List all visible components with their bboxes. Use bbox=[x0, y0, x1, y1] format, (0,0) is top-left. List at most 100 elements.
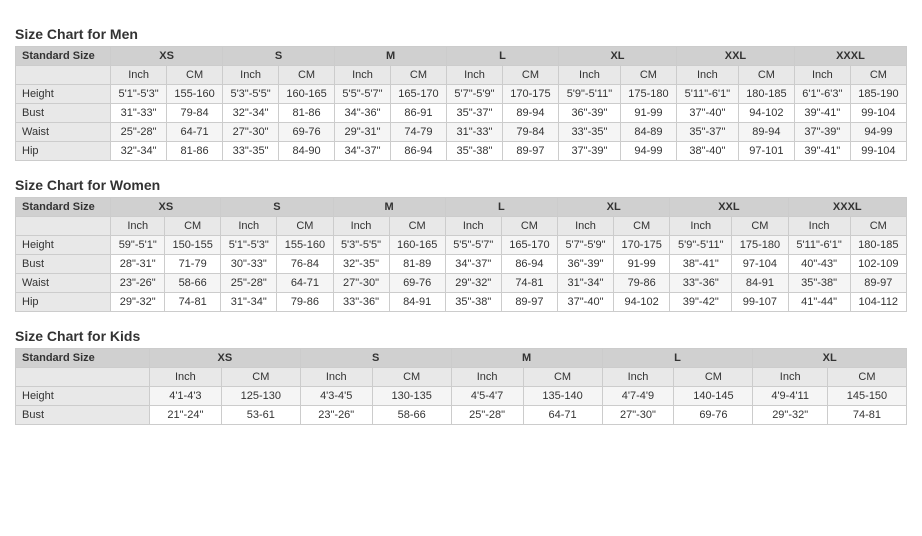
table-cell: 125-130 bbox=[221, 387, 300, 406]
table-cell: 64-71 bbox=[523, 406, 602, 425]
table-cell: 5'11"-6'1" bbox=[788, 236, 850, 255]
women-xxxl-cm: CM bbox=[850, 217, 906, 236]
table-cell: 69-76 bbox=[389, 274, 445, 293]
women-xl-cm: CM bbox=[614, 217, 670, 236]
women-xxxl-header: XXXL bbox=[788, 198, 906, 217]
women-body: Height59"-5'1"150-1555'1"-5'3"155-1605'3… bbox=[16, 236, 907, 312]
row-label: Waist bbox=[16, 274, 111, 293]
table-cell: 79-84 bbox=[502, 123, 558, 142]
kids-header-row: Standard Size XS S M L XL bbox=[16, 349, 907, 368]
men-s-inch: Inch bbox=[223, 66, 279, 85]
table-cell: 27"-30" bbox=[223, 123, 279, 142]
table-cell: 41"-44" bbox=[788, 293, 850, 312]
table-cell: 69-76 bbox=[674, 406, 753, 425]
kids-l-inch: Inch bbox=[602, 368, 674, 387]
kids-unit-empty bbox=[16, 368, 150, 387]
row-label: Waist bbox=[16, 123, 111, 142]
row-label: Height bbox=[16, 387, 150, 406]
table-row: Hip29"-32"74-8131"-34"79-8633"-36"84-913… bbox=[16, 293, 907, 312]
women-s-inch: Inch bbox=[221, 217, 277, 236]
kids-standard-size-header: Standard Size bbox=[16, 349, 150, 368]
table-cell: 102-109 bbox=[850, 255, 906, 274]
table-cell: 86-94 bbox=[390, 142, 446, 161]
table-cell: 71-79 bbox=[165, 255, 221, 274]
table-cell: 33"-36" bbox=[333, 293, 389, 312]
table-cell: 170-175 bbox=[614, 236, 670, 255]
table-cell: 94-99 bbox=[850, 123, 906, 142]
table-cell: 175-180 bbox=[620, 85, 676, 104]
table-cell: 35"-38" bbox=[447, 142, 503, 161]
table-cell: 89-94 bbox=[502, 104, 558, 123]
women-unit-empty bbox=[16, 217, 111, 236]
table-cell: 84-89 bbox=[620, 123, 676, 142]
table-cell: 5'9"-5'11" bbox=[670, 236, 732, 255]
table-cell: 5'3"-5'5" bbox=[223, 85, 279, 104]
table-cell: 35"-38" bbox=[788, 274, 850, 293]
women-m-header: M bbox=[333, 198, 445, 217]
men-xxl-inch: Inch bbox=[676, 66, 738, 85]
table-cell: 25"-28" bbox=[221, 274, 277, 293]
table-cell: 89-94 bbox=[738, 123, 794, 142]
women-table: Standard Size XS S M L XL XXL XXXL Inch … bbox=[15, 197, 907, 312]
table-cell: 37"-39" bbox=[794, 123, 850, 142]
kids-l-cm: CM bbox=[674, 368, 753, 387]
table-cell: 99-104 bbox=[850, 142, 906, 161]
men-xl-header: XL bbox=[558, 47, 676, 66]
table-cell: 89-97 bbox=[502, 142, 558, 161]
men-xs-header: XS bbox=[111, 47, 223, 66]
women-xl-header: XL bbox=[558, 198, 670, 217]
table-cell: 64-71 bbox=[277, 274, 333, 293]
women-m-inch: Inch bbox=[333, 217, 389, 236]
women-xs-cm: CM bbox=[165, 217, 221, 236]
table-cell: 5'3"-5'5" bbox=[333, 236, 389, 255]
table-cell: 34"-37" bbox=[335, 142, 391, 161]
table-cell: 91-99 bbox=[614, 255, 670, 274]
men-l-cm: CM bbox=[502, 66, 558, 85]
kids-s-cm: CM bbox=[372, 368, 451, 387]
kids-body: Height4'1-4'3125-1304'3-4'5130-1354'5-4'… bbox=[16, 387, 907, 425]
table-cell: 155-160 bbox=[167, 85, 223, 104]
table-cell: 74-81 bbox=[165, 293, 221, 312]
table-row: Height59"-5'1"150-1555'1"-5'3"155-1605'3… bbox=[16, 236, 907, 255]
men-m-header: M bbox=[335, 47, 447, 66]
men-table: Standard Size XS S M L XL XXL XXXL Inch … bbox=[15, 46, 907, 161]
kids-m-header: M bbox=[451, 349, 602, 368]
table-cell: 32"-34" bbox=[111, 142, 167, 161]
table-cell: 31"-33" bbox=[111, 104, 167, 123]
table-cell: 74-81 bbox=[827, 406, 906, 425]
table-cell: 34"-36" bbox=[335, 104, 391, 123]
men-l-header: L bbox=[447, 47, 559, 66]
table-row: Bust28"-31"71-7930"-33"76-8432"-35"81-89… bbox=[16, 255, 907, 274]
table-cell: 59"-5'1" bbox=[111, 236, 165, 255]
men-xl-cm: CM bbox=[620, 66, 676, 85]
table-cell: 32"-34" bbox=[223, 104, 279, 123]
table-cell: 69-76 bbox=[278, 123, 334, 142]
table-cell: 29"-32" bbox=[753, 406, 828, 425]
table-cell: 84-91 bbox=[389, 293, 445, 312]
table-cell: 91-99 bbox=[620, 104, 676, 123]
table-cell: 30"-33" bbox=[221, 255, 277, 274]
table-cell: 5'1"-5'3" bbox=[221, 236, 277, 255]
men-xxxl-cm: CM bbox=[850, 66, 906, 85]
table-cell: 175-180 bbox=[732, 236, 788, 255]
kids-m-cm: CM bbox=[523, 368, 602, 387]
table-cell: 38"-41" bbox=[670, 255, 732, 274]
women-l-inch: Inch bbox=[445, 217, 501, 236]
table-cell: 74-81 bbox=[501, 274, 557, 293]
women-s-cm: CM bbox=[277, 217, 333, 236]
table-cell: 32"-35" bbox=[333, 255, 389, 274]
table-cell: 5'7"-5'9" bbox=[558, 236, 614, 255]
table-cell: 33"-35" bbox=[558, 123, 620, 142]
table-cell: 160-165 bbox=[278, 85, 334, 104]
women-standard-size-header: Standard Size bbox=[16, 198, 111, 217]
table-cell: 5'11"-6'1" bbox=[676, 85, 738, 104]
table-cell: 99-104 bbox=[850, 104, 906, 123]
men-s-cm: CM bbox=[278, 66, 334, 85]
men-m-cm: CM bbox=[390, 66, 446, 85]
table-cell: 180-185 bbox=[850, 236, 906, 255]
table-cell: 130-135 bbox=[372, 387, 451, 406]
table-cell: 40"-43" bbox=[788, 255, 850, 274]
table-cell: 37"-40" bbox=[558, 293, 614, 312]
kids-l-header: L bbox=[602, 349, 753, 368]
women-xxl-inch: Inch bbox=[670, 217, 732, 236]
